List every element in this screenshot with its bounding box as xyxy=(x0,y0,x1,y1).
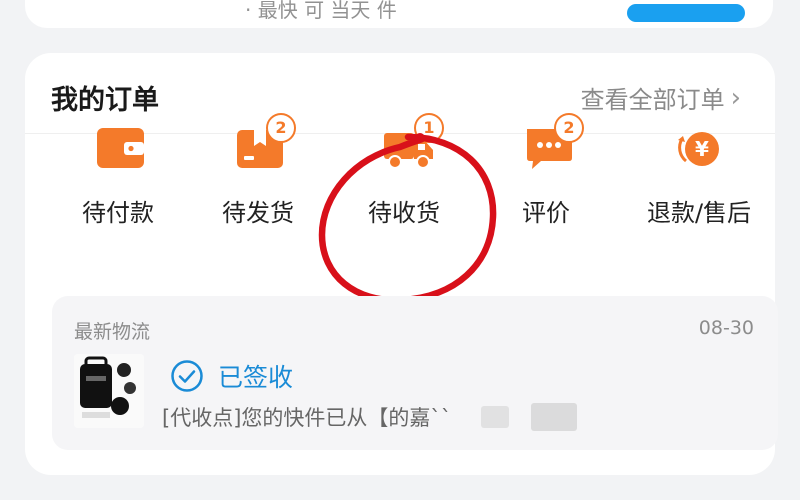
logistics-detail-text: [代收点]您的快件已从【的嘉`` xyxy=(162,406,452,430)
status-label: 评价 xyxy=(522,199,570,227)
order-status-review[interactable]: 2 评价 xyxy=(486,113,606,235)
chevron-right-icon: › xyxy=(730,82,741,113)
wallet-icon xyxy=(96,125,146,171)
check-circle-icon xyxy=(171,360,203,392)
previous-card: · 最快 可 当天 件 xyxy=(25,0,773,28)
logistics-detail: [代收点]您的快件已从【的嘉`` xyxy=(162,402,578,432)
status-label: 待收货 xyxy=(368,199,440,227)
refund-icon: ¥ xyxy=(674,125,724,171)
count-badge: 2 xyxy=(266,113,296,143)
delivery-status: 已签收 xyxy=(170,358,293,394)
redacted-block xyxy=(531,403,578,431)
order-status-to-receive[interactable]: 1 待收货 xyxy=(344,113,464,235)
product-thumbnail[interactable] xyxy=(74,354,144,428)
redacted-block xyxy=(481,406,510,428)
svg-text:¥: ¥ xyxy=(695,137,709,161)
status-label: 待付款 xyxy=(82,199,154,227)
card-action-button[interactable] xyxy=(627,4,745,22)
view-all-label: 查看全部订单 xyxy=(580,86,725,114)
logistics-title: 最新物流 xyxy=(74,321,151,343)
order-status-to-ship[interactable]: 2 待发货 xyxy=(198,113,318,235)
logistics-date: 08-30 xyxy=(698,317,754,339)
order-status-refund[interactable]: ¥ 退款/售后 xyxy=(632,125,766,235)
delivery-status-text: 已签收 xyxy=(218,363,294,392)
count-badge: 1 xyxy=(414,113,444,143)
status-label: 待发货 xyxy=(222,199,294,227)
status-label: 退款/售后 xyxy=(646,199,752,227)
view-all-orders-link[interactable]: 查看全部订单 › xyxy=(581,80,741,115)
order-status-pending-payment[interactable]: 待付款 xyxy=(58,125,178,235)
latest-logistics-panel[interactable]: 最新物流 08-30 已签收 [代收点]您的快件已从【的嘉`` xyxy=(52,296,778,450)
card-title: 我的订单 xyxy=(51,85,159,116)
count-badge: 2 xyxy=(554,113,584,143)
truncated-info-text: · 最快 可 当天 件 xyxy=(245,0,397,22)
